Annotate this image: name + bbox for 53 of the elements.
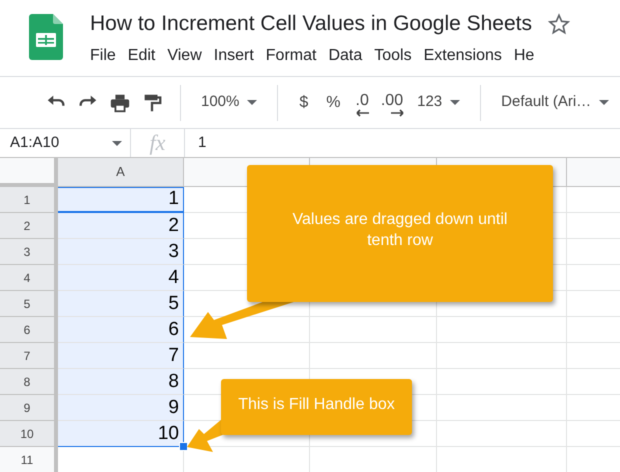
function-label: fx: [150, 129, 166, 157]
table-cell: 2: [58, 213, 184, 239]
star-icon[interactable]: [548, 13, 570, 35]
corner-cell[interactable]: [0, 158, 58, 187]
caret-icon: [112, 140, 122, 146]
row-header[interactable]: 5: [0, 291, 58, 317]
column-header[interactable]: A: [58, 158, 184, 187]
menu-item[interactable]: Data: [322, 43, 368, 69]
menu-item[interactable]: Edit: [122, 43, 162, 69]
menu-item[interactable]: Tools: [368, 43, 418, 69]
callout-tooltip: Values are dragged down until tenth row: [247, 165, 553, 302]
name-box[interactable]: A1:A10: [0, 129, 131, 157]
dropdown-button[interactable]: 123: [409, 86, 468, 118]
dropdown-button[interactable]: Default (Ari…: [493, 86, 618, 118]
table-cell: 3: [58, 239, 184, 265]
caret-icon: [599, 100, 610, 105]
row-header[interactable]: 2: [0, 213, 58, 239]
format-button[interactable]: $: [290, 86, 318, 118]
format-button[interactable]: %: [317, 86, 350, 118]
row-header[interactable]: 1: [0, 187, 58, 213]
row-header[interactable]: 3: [0, 239, 58, 265]
table-cell: 7: [58, 343, 184, 369]
table-cell: 6: [58, 317, 184, 343]
menu-item[interactable]: Insert: [208, 43, 260, 69]
row-header[interactable]: 11: [0, 447, 58, 472]
row-header[interactable]: 8: [0, 369, 58, 395]
row-header[interactable]: 6: [0, 317, 58, 343]
row-header[interactable]: 4: [0, 265, 58, 291]
formula-input[interactable]: 1: [185, 132, 206, 154]
dropdown-button[interactable]: 100%: [193, 86, 266, 118]
arrow-icon: [389, 108, 406, 116]
table-cell: 9: [58, 395, 184, 421]
menu-item[interactable]: View: [161, 43, 208, 69]
decimal-button[interactable]: .0: [350, 86, 375, 118]
table-cell: 5: [58, 291, 184, 317]
table-cell: 1: [58, 187, 184, 213]
caret-icon: [450, 100, 460, 105]
menu-item[interactable]: Extensions: [418, 43, 508, 69]
row-header[interactable]: 7: [0, 343, 58, 369]
document-title[interactable]: How to Increment Cell Values in Google Sheets: [90, 10, 532, 38]
decimal-button[interactable]: .00: [374, 86, 410, 118]
fill-handle[interactable]: [179, 442, 188, 451]
menu-item[interactable]: Format: [260, 43, 322, 69]
arrow-icon: [354, 108, 371, 116]
callout-tooltip: This is Fill Handle box: [221, 379, 412, 435]
table-cell: 8: [58, 369, 184, 395]
spreadsheet-logo-icon[interactable]: [29, 14, 63, 60]
caret-icon: [247, 100, 258, 105]
row-header[interactable]: 9: [0, 395, 58, 421]
row-header[interactable]: 10: [0, 421, 58, 447]
menu-item[interactable]: He: [508, 43, 540, 69]
table-cell: 4: [58, 265, 184, 291]
menu-item[interactable]: File: [84, 43, 122, 69]
